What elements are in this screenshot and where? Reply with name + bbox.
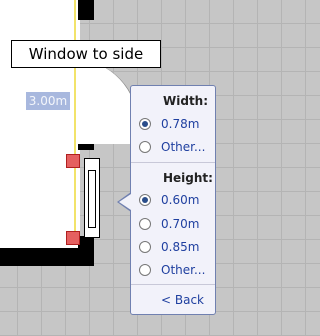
- back-button[interactable]: < Back: [161, 293, 204, 307]
- option-label: 0.60m: [161, 193, 200, 207]
- option-label: 0.85m: [161, 240, 200, 254]
- height-option-0-85[interactable]: 0.85m: [139, 239, 199, 255]
- option-label: Other...: [161, 263, 206, 277]
- radio-checked-icon: [139, 118, 151, 130]
- radio-unchecked-icon: [139, 241, 151, 253]
- height-option-other[interactable]: Other...: [139, 262, 205, 278]
- wall-top-segment: [78, 0, 94, 20]
- height-option-0-70[interactable]: 0.70m: [139, 216, 199, 232]
- option-label: 0.78m: [161, 117, 200, 131]
- section-divider: [131, 284, 215, 285]
- radio-unchecked-icon: [139, 141, 151, 153]
- popup-pointer-fill: [119, 194, 131, 210]
- radio-unchecked-icon: [139, 264, 151, 276]
- radio-unchecked-icon: [139, 218, 151, 230]
- width-option-0-78[interactable]: 0.78m: [139, 116, 199, 132]
- section-divider: [131, 162, 215, 163]
- width-section-title: Width:: [163, 94, 209, 108]
- option-label: Other...: [161, 140, 206, 154]
- radio-checked-icon: [139, 194, 151, 206]
- wall-segment: [78, 236, 94, 250]
- wall-tooltip: Window to side: [11, 40, 161, 68]
- size-popup: Width: 0.78m Other... Height: 0.60m 0.70…: [130, 85, 216, 315]
- wall-bottom: [0, 248, 94, 266]
- height-option-0-60[interactable]: 0.60m: [139, 192, 199, 208]
- width-option-other[interactable]: Other...: [139, 139, 205, 155]
- resize-handle-bottom[interactable]: [66, 231, 80, 245]
- dimension-label[interactable]: 3.00m: [26, 92, 70, 110]
- resize-handle-top[interactable]: [66, 154, 80, 168]
- window-pane: [88, 170, 96, 228]
- height-section-title: Height:: [163, 171, 213, 185]
- room-floor: [0, 0, 80, 253]
- option-label: 0.70m: [161, 217, 200, 231]
